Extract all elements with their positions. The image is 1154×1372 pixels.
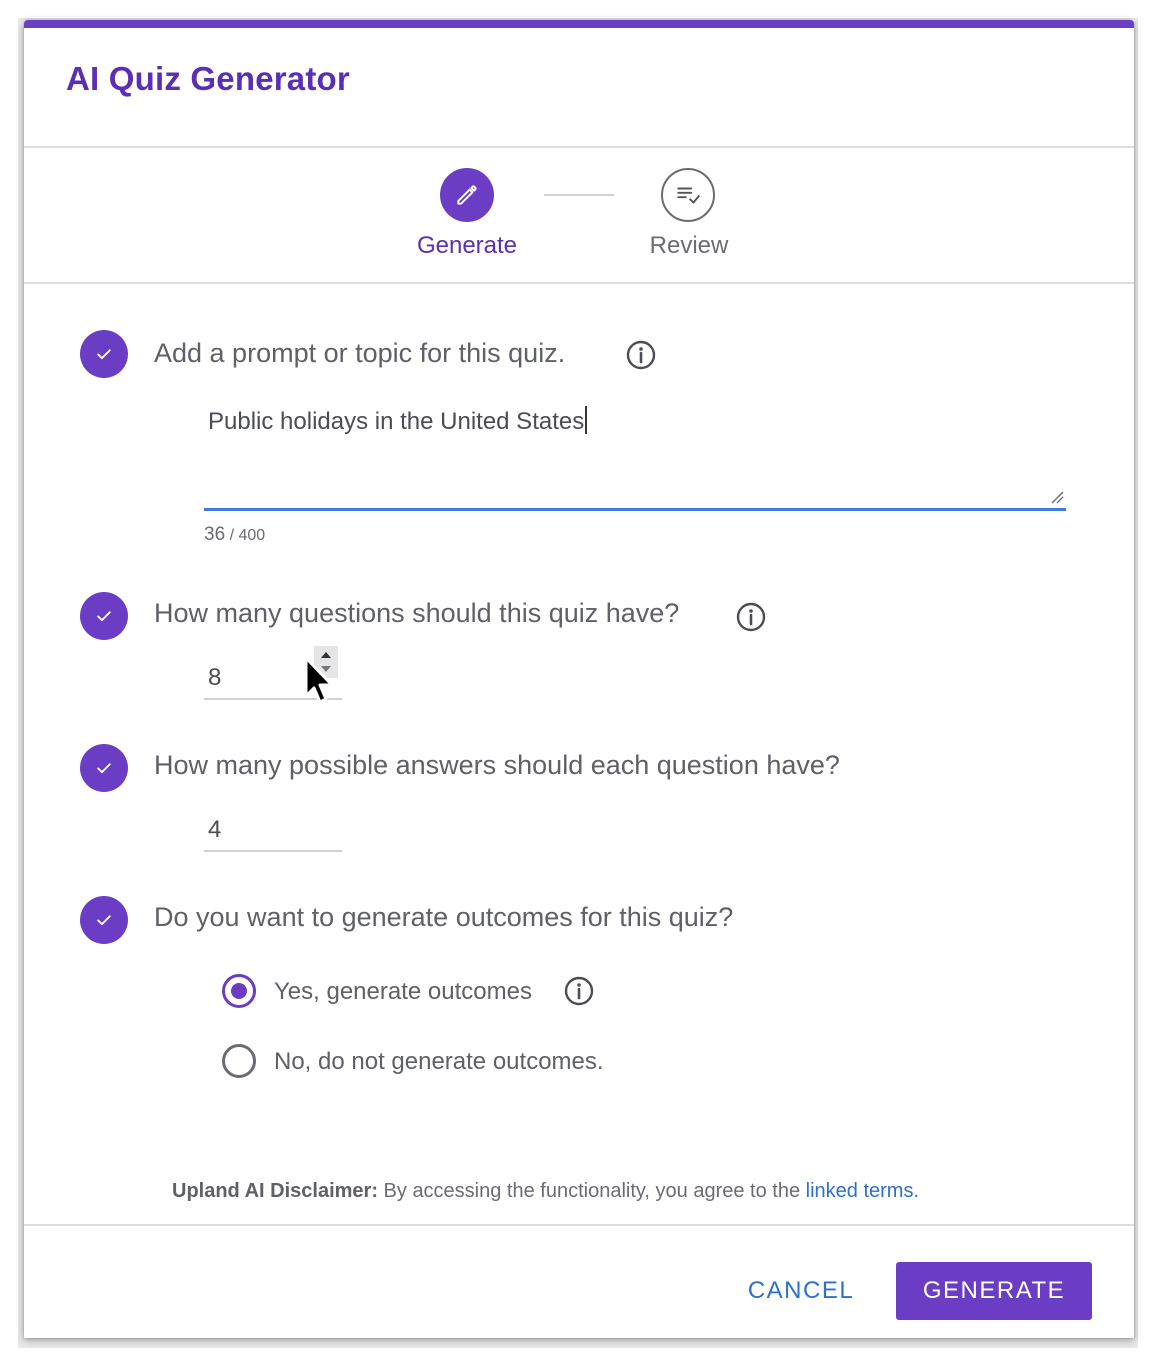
- disclaimer-period: .: [913, 1180, 920, 1202]
- radio-yes-label[interactable]: Yes, generate outcomes: [274, 978, 532, 1006]
- resize-handle-icon[interactable]: [1050, 490, 1064, 504]
- stepper-connector: [544, 194, 614, 196]
- check-icon: [80, 896, 128, 944]
- questions-question: How many questions should this quiz have…: [154, 598, 680, 628]
- radio-no-outcomes[interactable]: [222, 1044, 256, 1078]
- mouse-cursor-icon: [304, 656, 334, 704]
- character-max: / 400: [225, 527, 266, 544]
- info-icon[interactable]: [736, 602, 766, 632]
- answers-count-input[interactable]: 4: [204, 812, 342, 852]
- generate-button[interactable]: GENERATE: [896, 1262, 1092, 1320]
- prompt-text: Public holidays in the United States: [208, 408, 585, 435]
- cancel-button[interactable]: CANCEL: [736, 1268, 866, 1314]
- linked-terms-link[interactable]: linked terms: [806, 1180, 914, 1202]
- disclaimer-title: Upland AI Disclaimer:: [172, 1180, 378, 1202]
- character-count: 36: [204, 524, 226, 545]
- radio-yes-outcomes[interactable]: [222, 974, 256, 1008]
- step-generate-label[interactable]: Generate: [414, 232, 520, 260]
- check-icon: [80, 592, 128, 640]
- step-generate[interactable]: [440, 168, 494, 222]
- text-caret: [585, 406, 588, 434]
- check-icon: [80, 744, 128, 792]
- prompt-underline: [204, 508, 1066, 511]
- disclaimer-text: By accessing the functionality, you agre…: [377, 1180, 806, 1202]
- divider: [24, 1224, 1134, 1226]
- info-icon[interactable]: [564, 976, 594, 1006]
- dialog-title: AI Quiz Generator: [66, 60, 350, 97]
- ai-quiz-generator-dialog: AI Quiz Generator Generate Review Add a …: [24, 20, 1134, 1338]
- answers-question: How many possible answers should each qu…: [154, 750, 840, 780]
- answers-count-value: 4: [208, 816, 222, 843]
- character-counter: 36 / 400: [204, 524, 265, 546]
- divider: [24, 146, 1134, 148]
- ai-disclaimer: Upland AI Disclaimer: By accessing the f…: [172, 1180, 919, 1203]
- pencil-icon: [457, 185, 477, 205]
- radio-no-label[interactable]: No, do not generate outcomes.: [274, 1048, 604, 1076]
- divider: [24, 282, 1134, 284]
- questions-count-value: 8: [208, 664, 222, 691]
- info-icon[interactable]: [626, 340, 656, 370]
- step-review[interactable]: [661, 168, 715, 222]
- prompt-textarea[interactable]: Public holidays in the United States: [208, 406, 588, 436]
- outcomes-question: Do you want to generate outcomes for thi…: [154, 902, 734, 932]
- list-check-icon: [677, 187, 700, 204]
- step-review-label[interactable]: Review: [636, 232, 742, 260]
- check-icon: [80, 330, 128, 378]
- prompt-question: Add a prompt or topic for this quiz.: [154, 338, 566, 368]
